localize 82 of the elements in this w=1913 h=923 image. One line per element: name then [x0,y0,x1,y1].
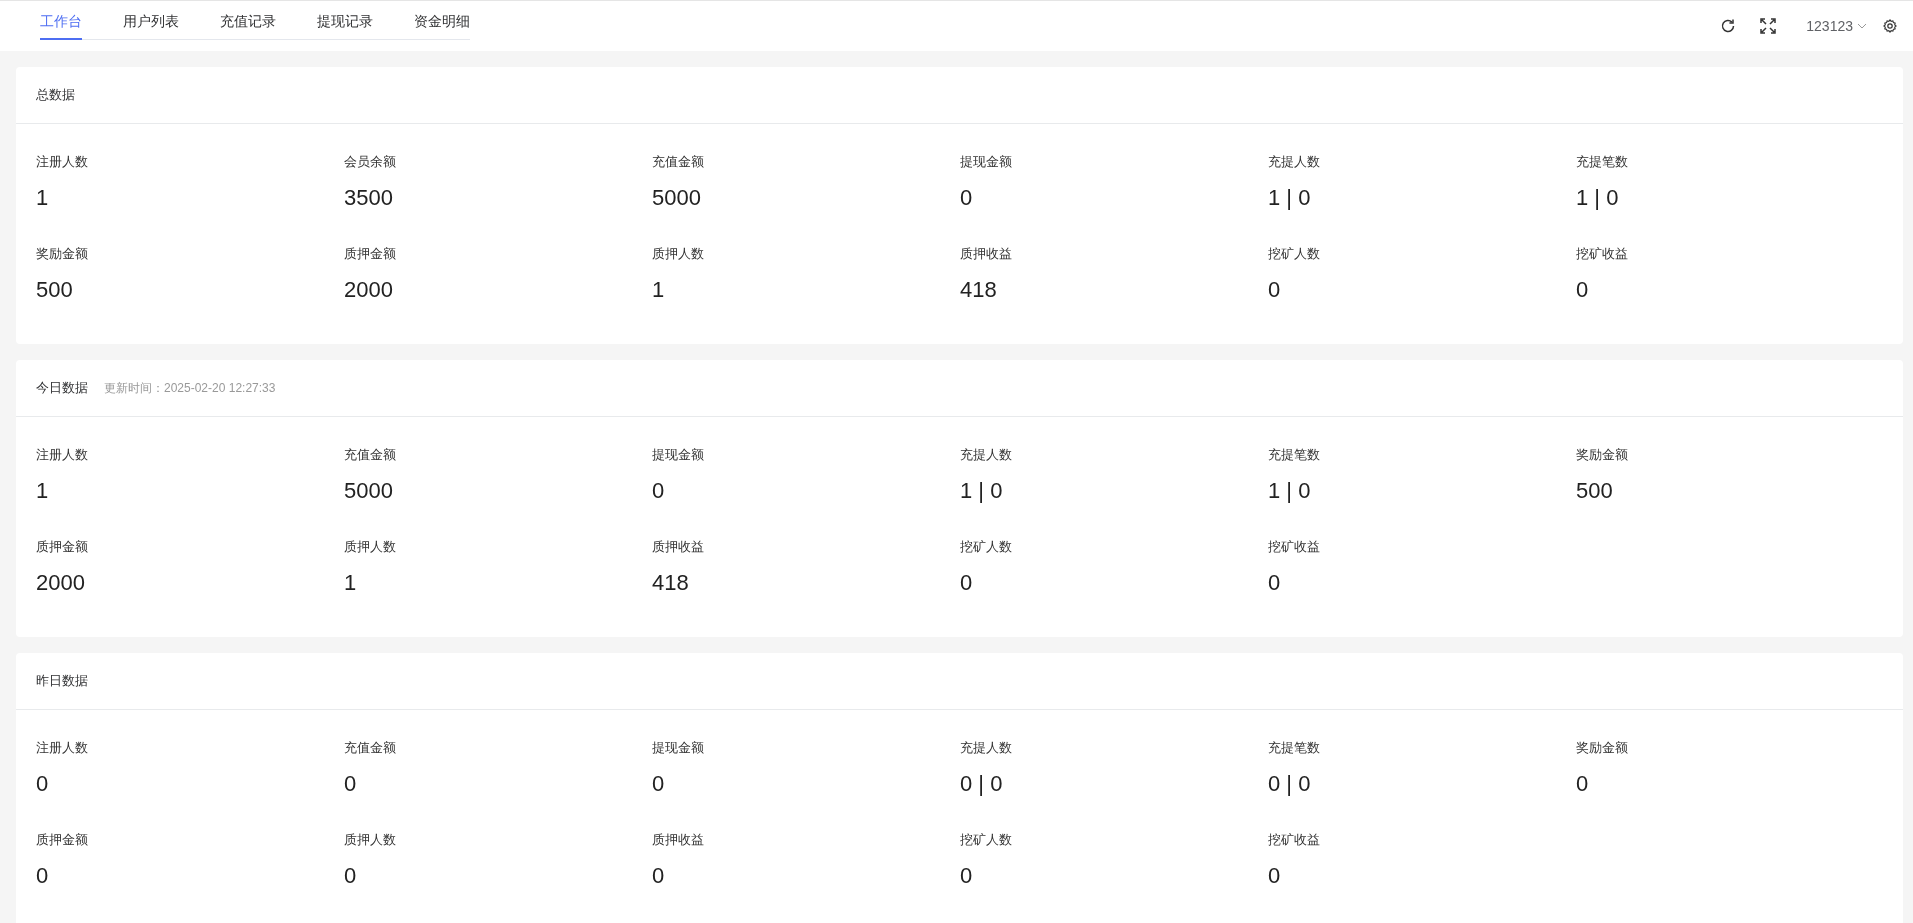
settings-icon[interactable] [1883,19,1897,33]
nav-tab[interactable]: 提现记录 [317,1,373,40]
stat-value: 5000 [344,478,394,503]
stat-value: 0 [652,771,666,796]
nav-tab[interactable]: 工作台 [40,1,82,40]
stat-value: 0 [1268,570,1282,595]
stat-label: 质押人数 [344,538,397,556]
stat-label: 质押收益 [652,538,705,556]
chevron-down-icon [1857,23,1867,29]
stat-value: 0 [36,771,50,796]
stat-value: 1 | 0 [1268,478,1312,503]
stat-label: 质押人数 [652,245,705,263]
stat-label: 充提笔数 [1268,446,1321,464]
card-title: 昨日数据 [36,672,88,691]
stat-label: 提现金额 [652,446,705,464]
nav-tab[interactable]: 用户列表 [123,1,179,40]
stat-value: 0 [960,185,974,210]
stat-label: 挖矿人数 [1268,245,1321,263]
stat-value: 500 [36,277,74,302]
stat-label: 充值金额 [344,446,397,464]
stat-value: 0 [652,478,666,503]
card-title: 总数据 [36,86,75,105]
stat-label: 奖励金额 [36,245,89,263]
stat-label: 质押金额 [344,245,397,263]
stat-value: 500 [1576,478,1614,503]
user-menu[interactable]: 123123 [1806,15,1867,37]
stat-value: 0 | 0 [960,771,1004,796]
stat-value: 0 [1268,863,1282,888]
stat-label: 注册人数 [36,739,89,757]
stat-label: 挖矿收益 [1576,245,1629,263]
stat-value: 2000 [36,570,86,595]
stat-value: 1 [652,277,666,302]
stat-value: 0 [1576,277,1590,302]
stat-label: 充值金额 [652,153,705,171]
stat-label: 质押收益 [960,245,1013,263]
stat-label: 质押金额 [36,831,89,849]
stat-label: 挖矿人数 [960,538,1013,556]
stat-label: 充值金额 [344,739,397,757]
fullscreen-icon[interactable] [1760,18,1777,34]
stat-value: 1 | 0 [1268,185,1312,210]
stat-value: 5000 [652,185,702,210]
stat-value: 0 [960,863,974,888]
stat-value: 418 [960,277,998,302]
stat-value: 1 [36,185,50,210]
stat-value: 1 | 0 [960,478,1004,503]
stat-label: 充提人数 [960,739,1013,757]
stat-value: 1 | 0 [1576,185,1620,210]
stat-label: 质押金额 [36,538,89,556]
stat-value: 1 [36,478,50,503]
stat-value: 0 [1268,277,1282,302]
stat-value: 418 [652,570,690,595]
stat-label: 注册人数 [36,153,89,171]
stat-label: 质押人数 [344,831,397,849]
nav-tab[interactable]: 资金明细 [414,1,470,40]
stat-value: 0 [344,863,358,888]
nav-tab[interactable]: 充值记录 [220,1,276,40]
stat-value: 0 [960,570,974,595]
stat-label: 提现金额 [960,153,1013,171]
stat-value: 1 [344,570,358,595]
stat-value: 2000 [344,277,394,302]
stat-label: 挖矿人数 [960,831,1013,849]
stat-label: 充提人数 [1268,153,1321,171]
card-title: 今日数据 [36,379,88,398]
update-time: 更新时间：2025-02-20 12:27:33 [104,380,276,397]
stat-label: 奖励金额 [1576,739,1629,757]
stat-label: 充提人数 [960,446,1013,464]
stat-label: 挖矿收益 [1268,831,1321,849]
stat-label: 奖励金额 [1576,446,1629,464]
stat-label: 提现金额 [652,739,705,757]
stat-label: 充提笔数 [1576,153,1629,171]
stat-label: 注册人数 [36,446,89,464]
stat-value: 0 [344,771,358,796]
refresh-icon[interactable] [1720,18,1737,34]
stat-label: 充提笔数 [1268,739,1321,757]
stat-value: 3500 [344,185,394,210]
stat-value: 0 | 0 [1268,771,1312,796]
stat-label: 挖矿收益 [1268,538,1321,556]
stat-value: 0 [1576,771,1590,796]
stat-label: 质押收益 [652,831,705,849]
stat-value: 0 [36,863,50,888]
stat-value: 0 [652,863,666,888]
stat-label: 会员余额 [344,153,397,171]
